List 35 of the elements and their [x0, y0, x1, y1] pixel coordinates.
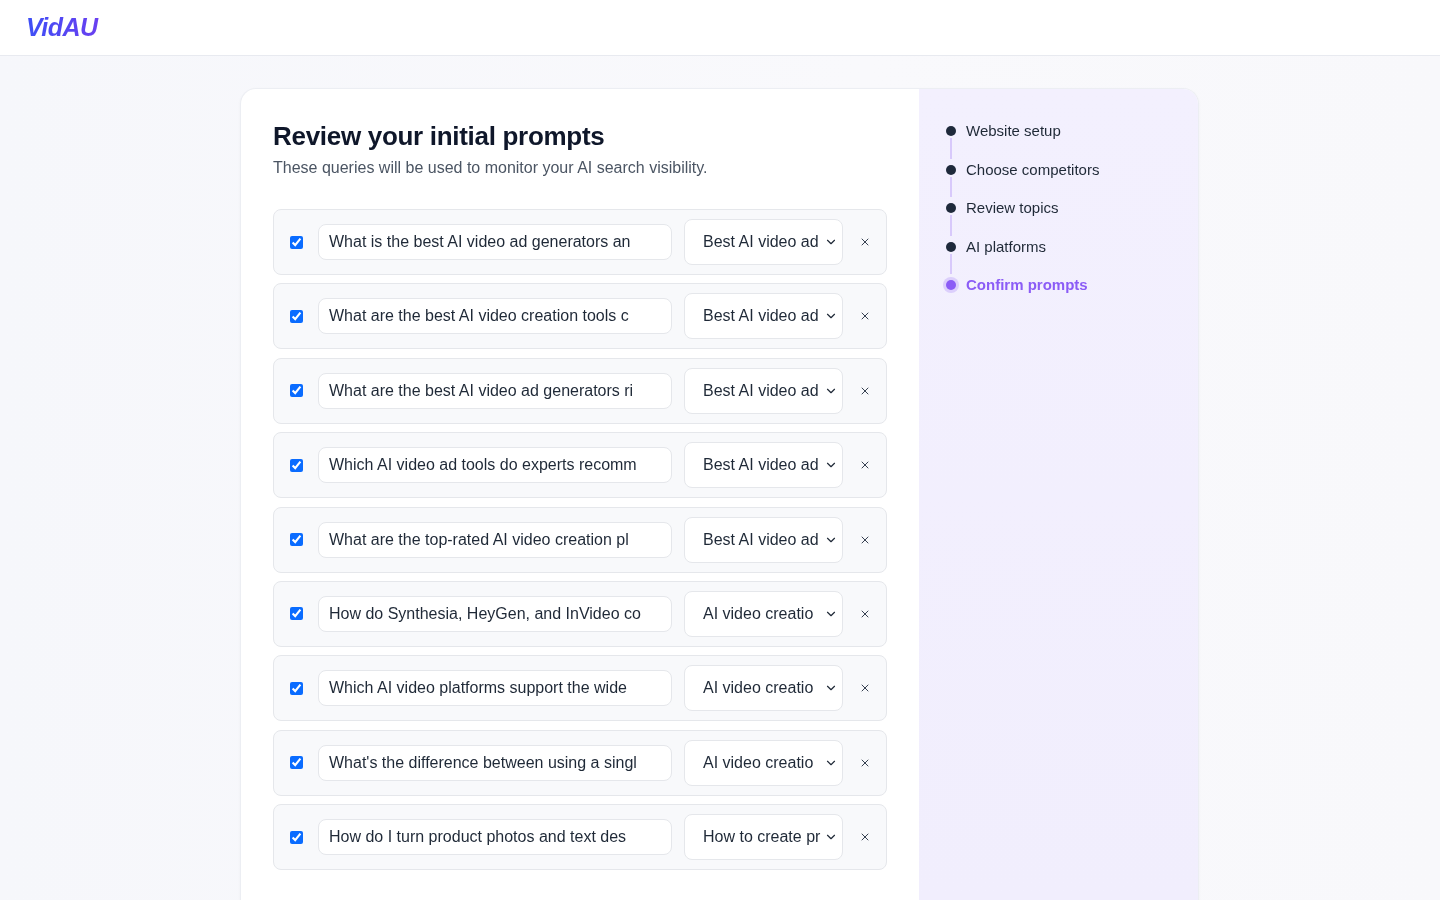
step-label: AI platforms [966, 236, 1048, 257]
topic-select[interactable]: AI video creatio [684, 590, 843, 637]
topic-select[interactable]: Best AI video ad [684, 367, 843, 414]
prompt-checkbox[interactable] [290, 756, 303, 770]
topic-select[interactable]: AI video creatio [684, 665, 843, 712]
close-icon [859, 236, 871, 248]
topic-select[interactable]: How to create pr [684, 814, 843, 861]
step-label: Confirm prompts [966, 275, 1089, 295]
topic-select[interactable]: Best AI video ad [684, 516, 843, 563]
prompt-field[interactable]: Which AI video ad tools do experts recomm [318, 447, 672, 484]
prompt-checkbox[interactable] [290, 681, 303, 695]
prompt-field[interactable]: What are the best AI video ad generators ri [318, 372, 672, 409]
prompt-checkbox[interactable] [290, 309, 303, 323]
step-label: Website setup [966, 121, 1062, 141]
prompt-field[interactable]: What's the difference between using a singl [318, 744, 672, 781]
step-label: Review topics [966, 198, 1060, 218]
prompt-checkbox[interactable] [290, 458, 303, 472]
topic-select[interactable]: Best AI video ad [684, 442, 843, 489]
topic-select[interactable]: Best AI video ad [684, 219, 843, 265]
prompt-checkbox[interactable] [290, 235, 303, 249]
prompt-field[interactable]: What are the top-rated AI video creation pl [318, 521, 672, 558]
page-subtitle: These queries will be used to monitor your AI search visibility. [273, 158, 709, 178]
prompt-checkbox[interactable] [290, 384, 303, 398]
prompt-field[interactable]: Which AI video platforms support the wide [318, 670, 672, 707]
prompt-checkbox[interactable] [290, 830, 303, 844]
prompt-checkbox[interactable] [290, 533, 303, 547]
prompt-checkbox[interactable] [290, 607, 303, 621]
page-title: Review your initial prompts [273, 120, 606, 153]
prompt-field[interactable]: What are the best AI video creation tools c [318, 298, 672, 335]
prompt-field[interactable]: How do Synthesia, HeyGen, and InVideo co [318, 595, 672, 632]
prompt-field[interactable]: How do I turn product photos and text des [318, 819, 672, 856]
step-label: Choose competitors [966, 159, 1101, 180]
topic-select[interactable]: Best AI video ad [684, 293, 843, 340]
prompt-field[interactable]: What is the best AI video ad generators an [318, 224, 672, 260]
topic-select[interactable]: AI video creatio [684, 739, 843, 786]
